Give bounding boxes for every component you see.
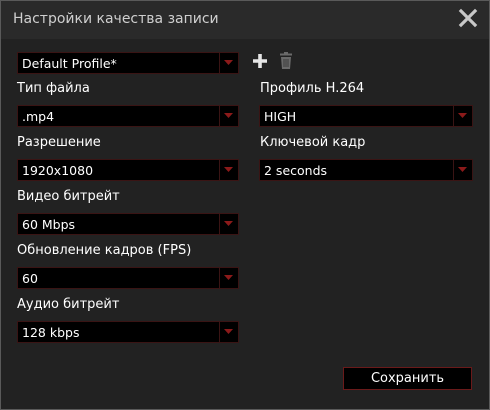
audio-bitrate-value: 128 kbps: [22, 325, 80, 340]
chevron-down-icon: [224, 275, 233, 280]
dialog-title: Настройки качества записи: [13, 11, 219, 27]
title-bar: Настройки качества записи: [1, 1, 489, 39]
fps-label: Обновление кадров (FPS): [17, 243, 192, 258]
h264-profile-label: Профиль H.264: [260, 81, 365, 96]
chevron-down-icon: [224, 329, 233, 334]
chevron-down-icon: [224, 113, 233, 118]
chevron-down-icon: [458, 113, 467, 118]
file-type-label: Тип файла: [17, 81, 90, 96]
chevron-down-icon: [224, 167, 233, 172]
close-icon: [458, 8, 478, 28]
add-profile-button[interactable]: [251, 52, 269, 70]
resolution-value: 1920x1080: [22, 163, 94, 178]
chevron-down-icon: [224, 60, 233, 65]
fps-select[interactable]: 60: [17, 267, 239, 289]
audio-bitrate-label: Аудио битрейт: [17, 297, 120, 312]
h264-profile-select[interactable]: HIGH: [259, 105, 473, 127]
chevron-down-icon: [458, 167, 467, 172]
video-bitrate-value: 60 Mbps: [22, 217, 76, 232]
h264-profile-value: HIGH: [264, 109, 297, 124]
delete-profile-button[interactable]: [278, 52, 294, 70]
fps-value: 60: [22, 271, 38, 286]
resolution-select[interactable]: 1920x1080: [17, 159, 239, 181]
recording-quality-dialog: Настройки качества записи Default Profil…: [0, 0, 490, 410]
profile-select[interactable]: Default Profile*: [17, 52, 239, 74]
plus-icon: [253, 54, 267, 68]
video-bitrate-label: Видео битрейт: [17, 189, 120, 204]
video-bitrate-select[interactable]: 60 Mbps: [17, 213, 239, 235]
profile-select-value: Default Profile*: [22, 56, 117, 71]
close-button[interactable]: [457, 7, 479, 29]
file-type-value: .mp4: [22, 109, 55, 124]
keyframe-value: 2 seconds: [264, 163, 328, 178]
chevron-down-icon: [224, 221, 233, 226]
file-type-select[interactable]: .mp4: [17, 105, 239, 127]
resolution-label: Разрешение: [17, 135, 101, 150]
audio-bitrate-select[interactable]: 128 kbps: [17, 321, 239, 343]
keyframe-select[interactable]: 2 seconds: [259, 159, 473, 181]
save-button[interactable]: Сохранить: [343, 367, 472, 390]
trash-icon: [280, 52, 292, 69]
keyframe-label: Ключевой кадр: [260, 135, 366, 150]
